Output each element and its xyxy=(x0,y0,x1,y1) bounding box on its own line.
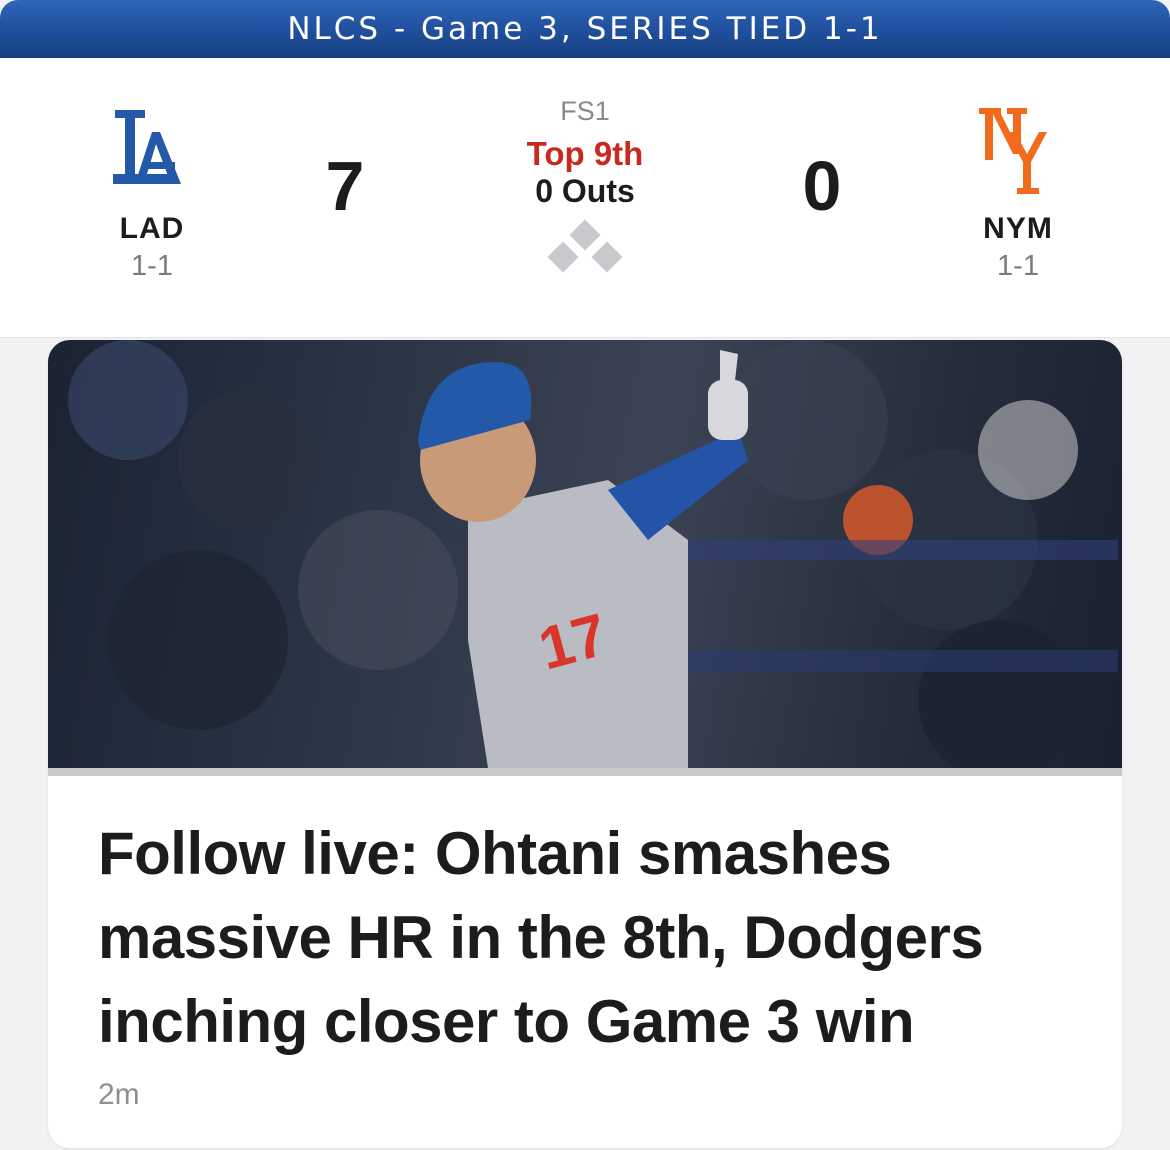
home-team[interactable]: NYM 1-1 xyxy=(948,98,1088,283)
second-base xyxy=(569,219,601,251)
inning-indicator: Top 9th xyxy=(526,135,644,172)
article-headline[interactable]: Follow live: Ohtani smashes massive HR i… xyxy=(98,812,1088,1064)
series-banner[interactable]: NLCS - Game 3, SERIES TIED 1-1 xyxy=(0,0,1170,58)
third-base xyxy=(547,241,579,273)
series-banner-text: NLCS - Game 3, SERIES TIED 1-1 xyxy=(287,11,883,47)
away-score: 7 xyxy=(325,147,365,225)
first-base xyxy=(591,241,623,273)
mets-ny-logo-icon xyxy=(948,98,1088,208)
article-card[interactable]: 17 Follow live: Ohtani smashes massive H… xyxy=(48,340,1122,1148)
photo-divider xyxy=(48,768,1122,776)
game-card-page: NLCS - Game 3, SERIES TIED 1-1 LAD 1-1 7 xyxy=(0,0,1170,1150)
tv-network: FS1 xyxy=(560,96,610,126)
bases-diamond-icon xyxy=(540,219,630,280)
scoreboard[interactable]: LAD 1-1 7 FS1 Top 9th 0 Outs 0 NYM 1-1 xyxy=(0,58,1170,338)
game-status: FS1 Top 9th 0 Outs xyxy=(460,96,710,280)
home-score: 0 xyxy=(802,147,842,225)
article-timestamp: 2m xyxy=(98,1078,140,1111)
away-team-record: 1-1 xyxy=(131,250,173,282)
dodgers-la-logo-icon xyxy=(82,98,222,208)
outs-count: 0 Outs xyxy=(535,173,635,209)
away-team[interactable]: LAD 1-1 xyxy=(82,98,222,283)
ohtani-celebration-photo: 17 xyxy=(48,340,1122,768)
away-team-abbr: LAD xyxy=(119,212,185,245)
home-team-abbr: NYM xyxy=(983,212,1053,245)
home-team-record: 1-1 xyxy=(997,250,1039,282)
